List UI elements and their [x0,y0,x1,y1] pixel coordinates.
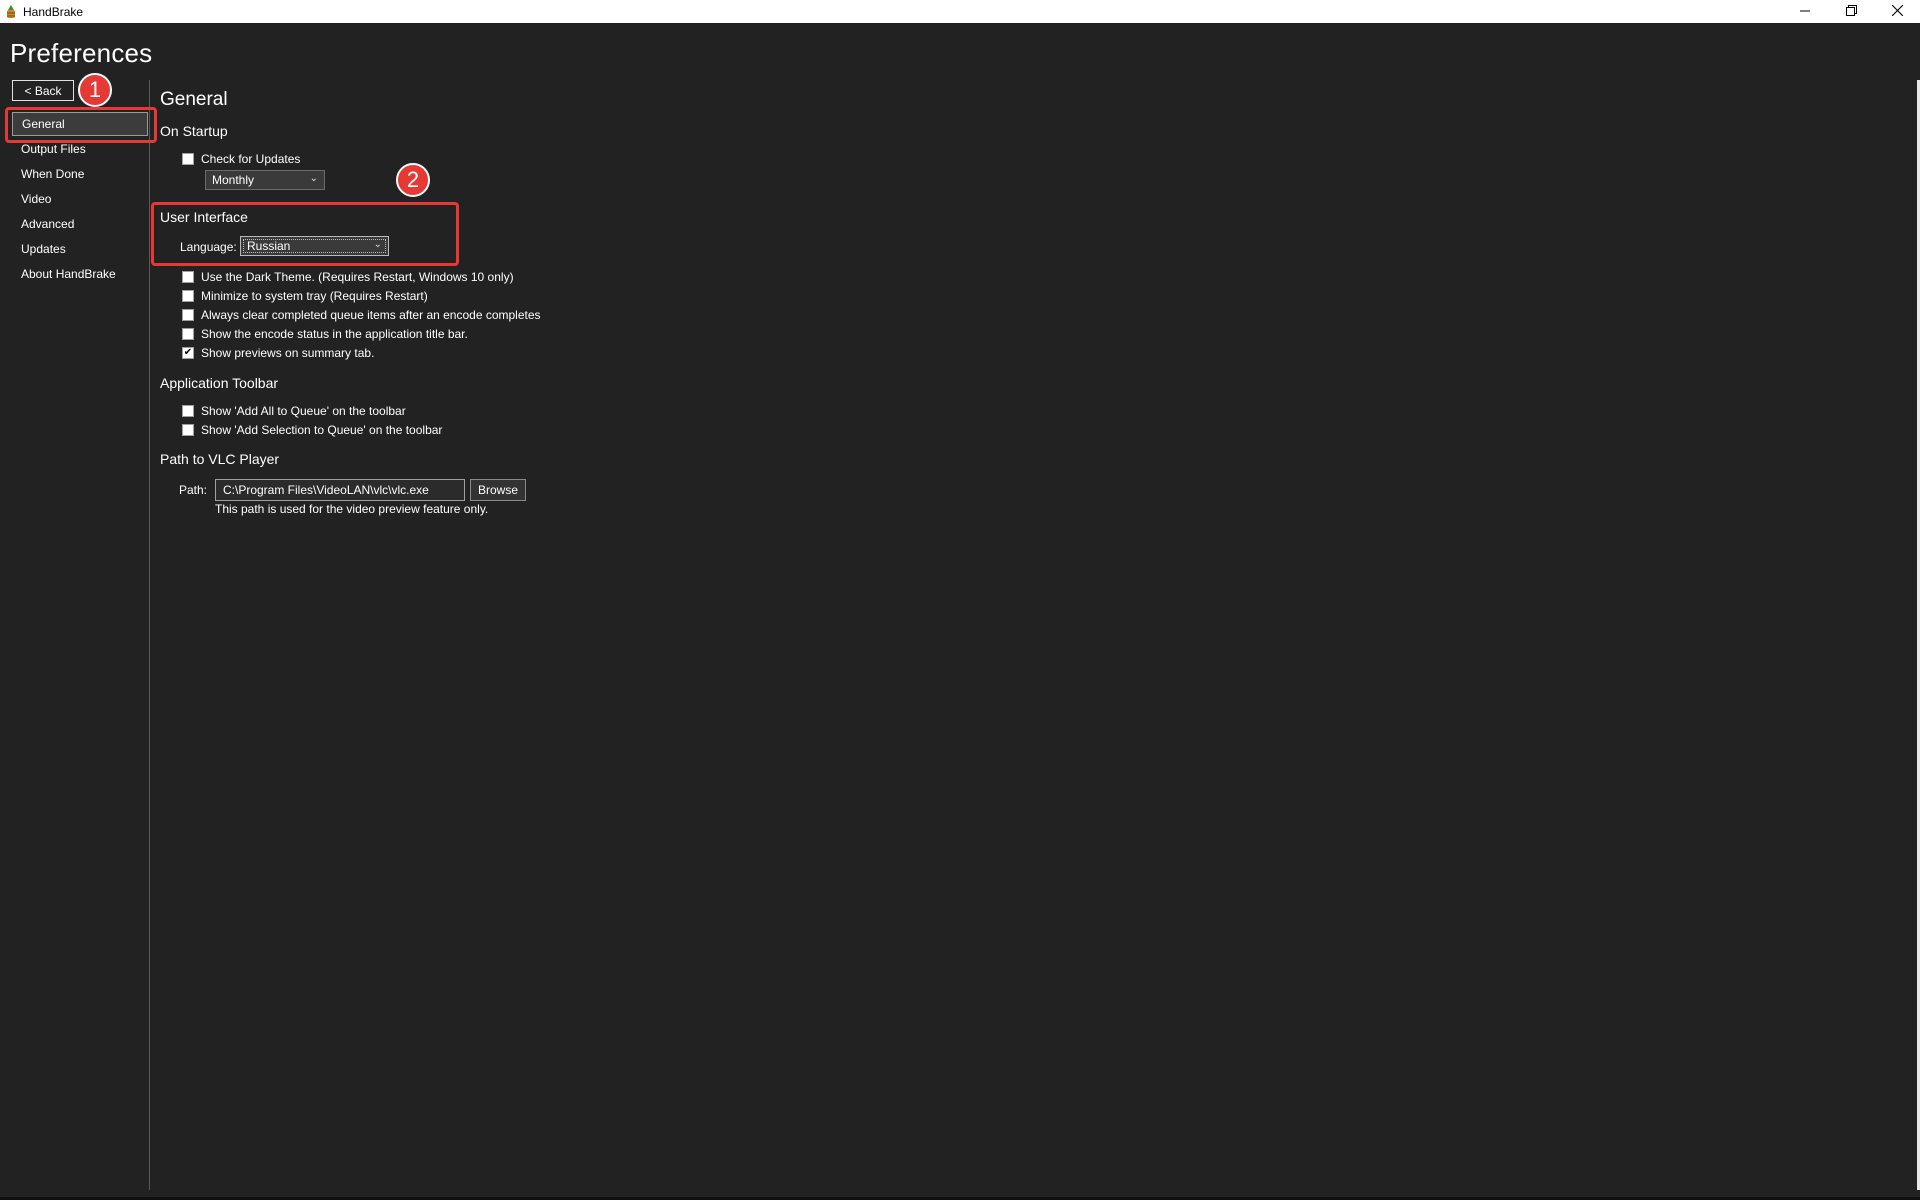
focus-outline [243,239,386,253]
add-all-queue-label: Show 'Add All to Queue' on the toolbar [201,404,406,418]
chevron-down-icon: ⌄ [373,239,382,250]
sidebar-item-video[interactable]: Video [12,187,148,211]
language-select[interactable]: Russian ⌄ [240,236,389,256]
show-previews-checkbox[interactable]: ✔ [182,347,194,359]
clear-queue-checkbox[interactable] [182,309,194,321]
sidebar-item-updates[interactable]: Updates [12,237,148,261]
check-for-updates-label: Check for Updates [201,152,301,166]
restore-button[interactable] [1828,0,1874,23]
sidebar-item-label: About HandBrake [21,267,116,281]
sidebar-item-about[interactable]: About HandBrake [12,262,148,286]
chevron-down-icon: ⌄ [309,173,318,184]
heading-on-startup: On Startup [160,123,228,139]
encode-status-label: Show the encode status in the applicatio… [201,327,468,341]
checkmark-icon: ✔ [183,347,193,358]
annotation-badge-1: 1 [78,73,112,107]
annotation-box-general [5,107,157,143]
heading-vlc-path: Path to VLC Player [160,451,280,467]
dark-theme-checkbox[interactable] [182,271,194,283]
show-previews-label: Show previews on summary tab. [201,346,375,360]
sidebar-item-label: Video [21,192,52,206]
minimize-button[interactable] [1782,0,1828,23]
sidebar-item-label: Advanced [21,217,75,231]
minimize-icon [1800,4,1810,19]
browse-button[interactable]: Browse [470,479,526,501]
window-titlebar: HandBrake [0,0,1920,23]
add-selection-queue-checkbox[interactable] [182,424,194,436]
clear-queue-label: Always clear completed queue items after… [201,308,541,322]
option-show-previews[interactable]: ✔ Show previews on summary tab. [182,346,374,360]
annotation-badge-2: 2 [396,163,430,197]
sidebar-item-label: When Done [21,167,85,181]
vlc-path-input[interactable]: C:\Program Files\VideoLAN\vlc\vlc.exe [215,479,465,501]
check-for-updates-row[interactable]: Check for Updates [182,152,300,166]
encode-status-checkbox[interactable] [182,328,194,340]
vlc-path-hint: This path is used for the video preview … [215,502,489,516]
option-add-all-queue[interactable]: Show 'Add All to Queue' on the toolbar [182,404,406,418]
path-label: Path: [179,483,208,497]
window-controls [1782,0,1920,23]
minimize-tray-label: Minimize to system tray (Requires Restar… [201,289,428,303]
page-title: Preferences [10,38,153,68]
minimize-tray-checkbox[interactable] [182,290,194,302]
update-frequency-select[interactable]: Monthly ⌄ [205,170,325,190]
sidebar-item-label: Output Files [21,142,86,156]
option-dark-theme[interactable]: Use the Dark Theme. (Requires Restart, W… [182,270,514,284]
heading-user-interface: User Interface [160,209,248,225]
add-selection-queue-label: Show 'Add Selection to Queue' on the too… [201,423,443,437]
sidebar-divider [149,80,150,1190]
dark-theme-label: Use the Dark Theme. (Requires Restart, W… [201,270,514,284]
sidebar-item-when-done[interactable]: When Done [12,162,148,186]
sidebar-item-label: Updates [21,242,66,256]
section-title-general: General [160,89,228,110]
option-add-selection-queue[interactable]: Show 'Add Selection to Queue' on the too… [182,423,442,437]
window-title: HandBrake [23,4,84,19]
language-label: Language: [180,240,237,254]
close-button[interactable] [1874,0,1920,23]
sidebar-item-advanced[interactable]: Advanced [12,212,148,236]
option-minimize-tray[interactable]: Minimize to system tray (Requires Restar… [182,289,428,303]
add-all-queue-checkbox[interactable] [182,405,194,417]
handbrake-pineapple-icon [4,4,18,19]
option-encode-status[interactable]: Show the encode status in the applicatio… [182,327,468,341]
check-for-updates-checkbox[interactable] [182,153,194,165]
restore-icon [1845,4,1857,19]
update-frequency-value: Monthly [212,173,255,187]
heading-application-toolbar: Application Toolbar [160,375,279,391]
back-button[interactable]: < Back [12,80,74,101]
option-clear-queue[interactable]: Always clear completed queue items after… [182,308,541,322]
close-icon [1891,4,1903,19]
